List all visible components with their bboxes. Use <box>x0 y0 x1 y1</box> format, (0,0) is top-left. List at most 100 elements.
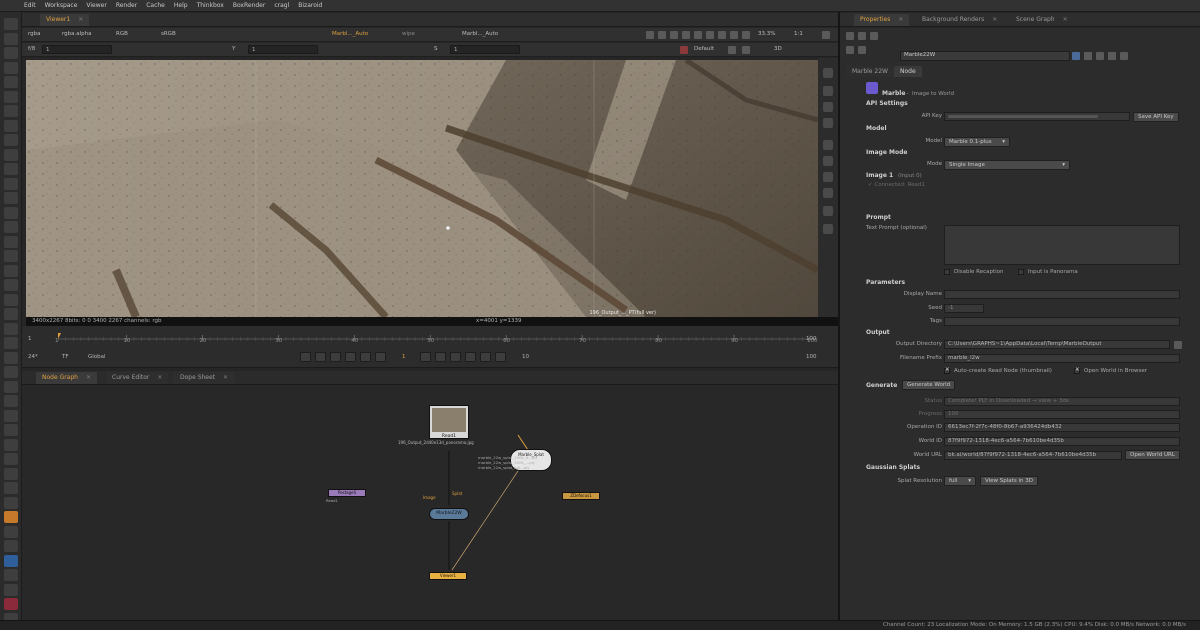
viewer1-node[interactable]: Viewer1 <box>429 572 467 580</box>
tool-icon[interactable] <box>4 583 18 596</box>
tab-dope-sheet[interactable]: Dope Sheet ✕ <box>174 372 235 384</box>
current-frame-field[interactable]: 1 <box>402 354 406 360</box>
select-icon[interactable] <box>823 172 833 182</box>
auto-read-checkbox[interactable] <box>944 367 950 374</box>
lut-icon[interactable] <box>682 31 690 39</box>
lock-icon[interactable] <box>742 31 750 39</box>
postage-stamp-node[interactable]: PostageS <box>328 489 366 497</box>
tool-icon[interactable] <box>4 47 18 59</box>
node-color2-icon[interactable] <box>870 32 878 40</box>
tab-scene-graph[interactable]: Scene Graph ✕ <box>1010 14 1074 26</box>
tool-icon[interactable] <box>4 250 18 262</box>
input-a-select[interactable]: Marbl..._Auto <box>332 31 368 37</box>
tool-icon[interactable] <box>4 569 18 581</box>
layers-icon[interactable] <box>823 156 833 166</box>
help-icon[interactable] <box>1072 52 1080 60</box>
scope-select[interactable]: Global <box>88 354 106 360</box>
overlay-icon[interactable] <box>658 31 666 39</box>
nodes-icon[interactable] <box>823 140 833 150</box>
menu-item-boxrender[interactable]: BoxRender <box>233 2 266 9</box>
close-icon[interactable]: ✕ <box>898 16 903 23</box>
tab-marble-l2w[interactable]: Marble 22W <box>846 66 894 77</box>
tool-icon[interactable] <box>4 90 18 103</box>
tool-icon[interactable] <box>4 438 18 451</box>
tool-icon[interactable] <box>4 351 18 364</box>
prev-keyframe-button[interactable] <box>315 352 326 362</box>
timeline-start[interactable]: 1 <box>28 336 32 342</box>
open-world-url-button[interactable]: Open World URL <box>1125 450 1180 460</box>
tool-icon[interactable] <box>4 395 18 407</box>
camera-icon[interactable] <box>728 46 736 54</box>
tab-node-graph[interactable]: Node Graph ✕ <box>36 372 98 384</box>
close-icon[interactable]: ✕ <box>157 374 162 381</box>
tool-icon[interactable] <box>4 221 18 233</box>
redo-icon[interactable] <box>858 46 866 54</box>
tool-icon[interactable] <box>4 322 18 335</box>
frame-field[interactable]: 1 <box>450 45 520 54</box>
tool-icon[interactable] <box>4 76 18 88</box>
tool-icon[interactable] <box>4 206 18 219</box>
sync-icon[interactable] <box>706 31 714 39</box>
wipe-select[interactable]: wipe <box>402 31 415 37</box>
roi-icon[interactable] <box>646 31 654 39</box>
close-icon[interactable]: ✕ <box>78 16 83 23</box>
input-b-select[interactable]: Marbl..._Auto <box>462 31 498 37</box>
generate-world-button[interactable]: Generate World <box>902 380 956 390</box>
node-color-icon[interactable] <box>858 32 866 40</box>
tool-icon[interactable] <box>4 105 18 117</box>
tool-icon[interactable] <box>4 134 18 146</box>
menu-item-help[interactable]: Help <box>174 2 188 9</box>
axis-icon[interactable] <box>823 118 833 128</box>
menu-item-edit[interactable]: Edit <box>24 2 36 9</box>
tool-icon[interactable] <box>4 308 18 320</box>
tool-icon[interactable] <box>4 380 18 393</box>
play-back-button[interactable] <box>360 352 371 362</box>
operation-id-field[interactable]: 6613ec7f-2f7c-48f0-8b67-a936424db432 <box>944 423 1180 432</box>
checker-icon[interactable] <box>694 31 702 39</box>
input-panorama-checkbox[interactable] <box>1018 269 1024 275</box>
step-back-button[interactable] <box>330 352 341 362</box>
tool-icon[interactable] <box>4 293 18 306</box>
ratio-select[interactable]: 1:1 <box>794 31 803 37</box>
clip-icon[interactable] <box>670 31 678 39</box>
grid-icon[interactable] <box>730 31 738 39</box>
undo-icon[interactable] <box>846 46 854 54</box>
zdefocus-node[interactable]: ZDefocus1 <box>562 492 600 500</box>
revert-icon[interactable] <box>1084 52 1092 60</box>
tool-icon[interactable] <box>4 366 18 378</box>
tags-field[interactable] <box>944 317 1180 326</box>
close-icon[interactable]: ✕ <box>1063 16 1068 23</box>
tool-icon[interactable] <box>4 235 18 248</box>
tool-icon[interactable] <box>4 32 18 45</box>
world-url-field[interactable]: bk.ai/world/87f9f972-1318-4ec6-a564-7b61… <box>944 451 1122 460</box>
tool-icon[interactable] <box>4 279 18 291</box>
play-button[interactable] <box>420 352 431 362</box>
mode-dropdown[interactable]: Single Image ▾ <box>944 160 1070 170</box>
tool-icon[interactable] <box>4 18 18 30</box>
api-key-field[interactable] <box>944 112 1130 121</box>
close-icon[interactable]: ✕ <box>86 374 91 381</box>
lock-panel-icon[interactable] <box>846 32 854 40</box>
viewer-image[interactable]: 196_Output_..._PT(full ver) <box>26 60 818 317</box>
rewind-button[interactable] <box>375 352 386 362</box>
tool-icon[interactable] <box>4 163 18 175</box>
tool-icon[interactable] <box>4 598 18 610</box>
tool-icon[interactable] <box>4 525 18 538</box>
zoom-select[interactable]: 33.3% <box>758 31 775 37</box>
menu-item-bizaroid[interactable]: Bizaroid <box>298 2 322 9</box>
tab-node[interactable]: Node <box>894 66 922 77</box>
model-dropdown[interactable]: Marble 0.1-plus ▾ <box>944 137 1010 147</box>
rotate-icon[interactable] <box>823 102 833 112</box>
tool-icon[interactable] <box>4 61 18 74</box>
tool-icon[interactable] <box>4 409 18 422</box>
tab-background-renders[interactable]: Background Renders ✕ <box>916 14 1004 26</box>
menu-item-cragl[interactable]: cragl <box>274 2 289 9</box>
tool-icon[interactable] <box>4 177 18 190</box>
tab-curve-editor[interactable]: Curve Editor ✕ <box>106 372 169 384</box>
colorspace-select[interactable]: RGB <box>116 31 128 37</box>
menu-item-workspace[interactable]: Workspace <box>45 2 78 9</box>
proxy-icon[interactable] <box>718 31 726 39</box>
tool-icon[interactable] <box>4 467 18 480</box>
gain-field[interactable]: 1 <box>42 45 112 54</box>
text-prompt-textarea[interactable] <box>944 225 1180 265</box>
